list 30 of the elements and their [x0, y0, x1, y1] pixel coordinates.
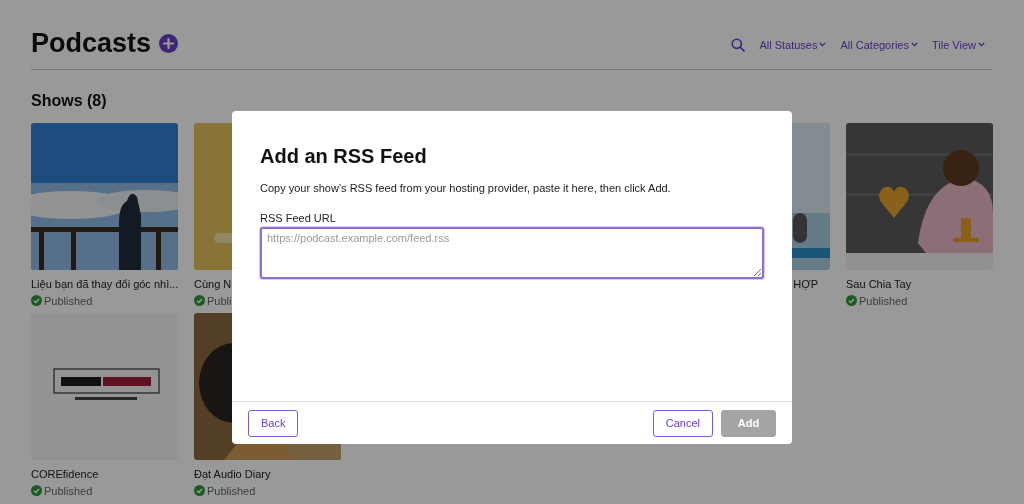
caret-icon [978, 42, 985, 47]
check-icon [31, 485, 42, 496]
show-title[interactable]: COREfidence [31, 466, 178, 482]
show-title[interactable]: Sau Chia Tay [846, 276, 993, 292]
status-text: Publi [207, 294, 232, 307]
filter-dropdown[interactable]: All Categories [834, 38, 918, 51]
dialog-button[interactable]: Cancel [652, 409, 713, 437]
field-label: RSS Feed URL [260, 212, 337, 224]
status-text: Published [859, 294, 908, 307]
dialog-button[interactable]: Back [248, 409, 299, 437]
status-text: Published [44, 484, 93, 497]
show-title[interactable]: Liệu bạn đã thay đổi góc nhì... [31, 276, 178, 292]
check-icon [194, 485, 205, 496]
search-icon[interactable] [731, 37, 746, 52]
filter-dropdown[interactable]: Tile View [925, 38, 985, 51]
status-text: Published [44, 294, 93, 307]
caret-icon [819, 42, 827, 47]
dialog-description: Copy your show’s RSS feed from your hosting provider, paste it here, then click Add. [260, 182, 672, 194]
add-icon[interactable] [159, 34, 179, 53]
show-title[interactable]: Đạt Audio Diary [194, 466, 341, 482]
status-text: Published [207, 484, 256, 497]
check-icon [31, 295, 42, 306]
section-title: Shows (8) [31, 92, 108, 110]
filter-dropdown[interactable]: All Statuses [753, 38, 827, 51]
check-icon [194, 295, 205, 306]
page-title: Podcasts [31, 28, 152, 59]
url-field[interactable]: https://podcast.example.com/feed.rss [260, 227, 764, 279]
dialog-title: Add an RSS Feed [260, 145, 428, 168]
caret-icon [910, 42, 918, 47]
check-icon [846, 295, 857, 306]
